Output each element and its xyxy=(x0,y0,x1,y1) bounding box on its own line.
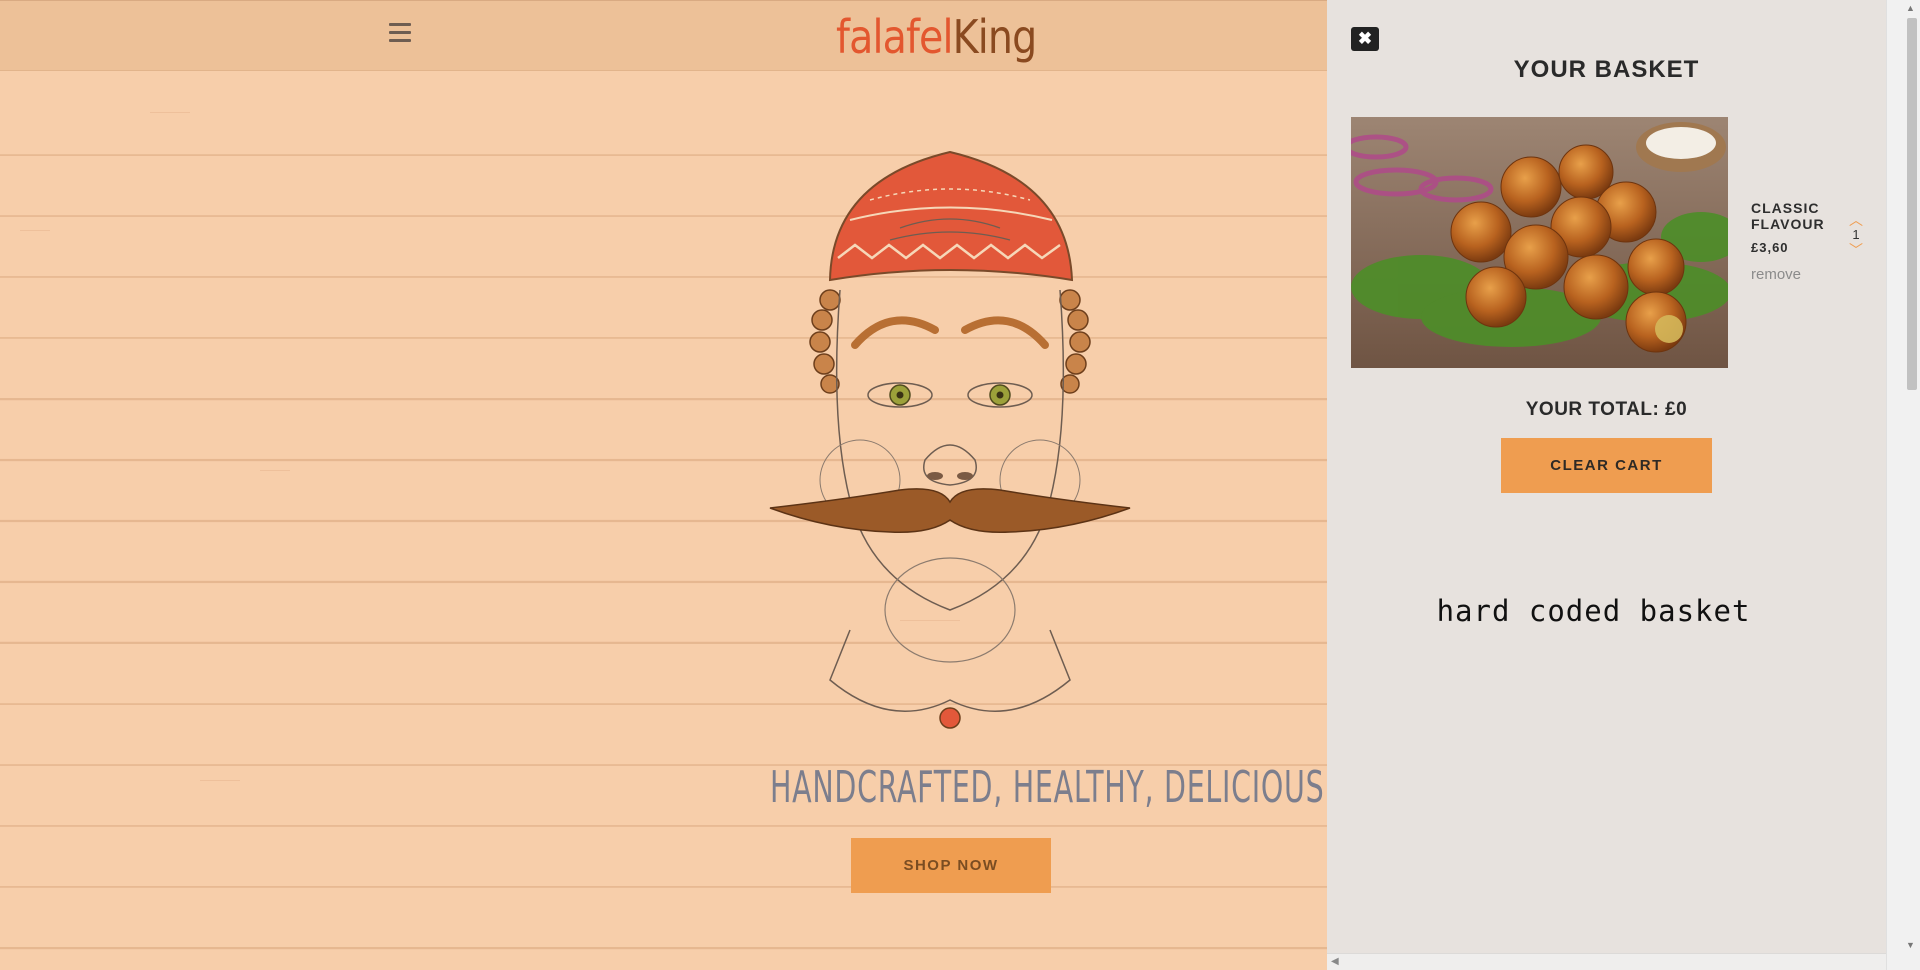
scrollbar-thumb[interactable] xyxy=(1907,18,1917,390)
main-hero-area: falafelKing HANDCRAFTED, HEALTHY, DELICI… xyxy=(0,0,1327,970)
close-icon[interactable]: ✖ xyxy=(1351,27,1379,51)
basket-total: YOUR TOTAL: £0 xyxy=(1525,399,1688,420)
scroll-down-icon[interactable]: ▼ xyxy=(1906,940,1915,950)
hero-tagline: HANDCRAFTED, HEALTHY, DELICIOUS xyxy=(770,762,1325,813)
hard-coded-basket-note: hard coded basket xyxy=(1436,594,1751,628)
basket-panel: ✖ YOUR BASKET CLASSIC FLAVOUR £3,60 remo… xyxy=(1327,0,1886,970)
top-navbar: falafelKing xyxy=(0,0,1327,71)
shop-now-button[interactable]: SHOP NOW xyxy=(851,838,1051,893)
basket-item-remove-link[interactable]: remove xyxy=(1751,266,1801,283)
basket-title: YOUR BASKET xyxy=(1513,56,1700,83)
chevron-down-icon[interactable]: ﹀ xyxy=(1846,243,1866,257)
falafel-product-image xyxy=(1351,117,1728,368)
clear-cart-button[interactable]: CLEAR CART xyxy=(1501,438,1712,493)
scroll-left-icon[interactable]: ◀ xyxy=(1331,956,1339,967)
basket-item-price: £3,60 xyxy=(1751,240,1789,255)
chevron-up-icon[interactable]: ︿ xyxy=(1846,213,1866,227)
scroll-up-icon[interactable]: ▲ xyxy=(1906,3,1915,13)
falafel-king-face-illustration xyxy=(769,150,1131,729)
page-vertical-scrollbar[interactable]: ▲ ▼ xyxy=(1886,0,1920,970)
logo-text-king: King xyxy=(952,10,1038,64)
basket-item-name: CLASSIC FLAVOUR xyxy=(1751,200,1825,232)
falafel-king-logo[interactable]: falafelKing xyxy=(836,9,1038,65)
logo-text-falafel: falafel xyxy=(836,10,954,64)
panel-horizontal-scrollbar[interactable]: ◀ xyxy=(1327,953,1886,970)
hamburger-menu-icon[interactable] xyxy=(389,23,413,45)
quantity-stepper: ︿ 1 ﹀ xyxy=(1846,213,1866,257)
